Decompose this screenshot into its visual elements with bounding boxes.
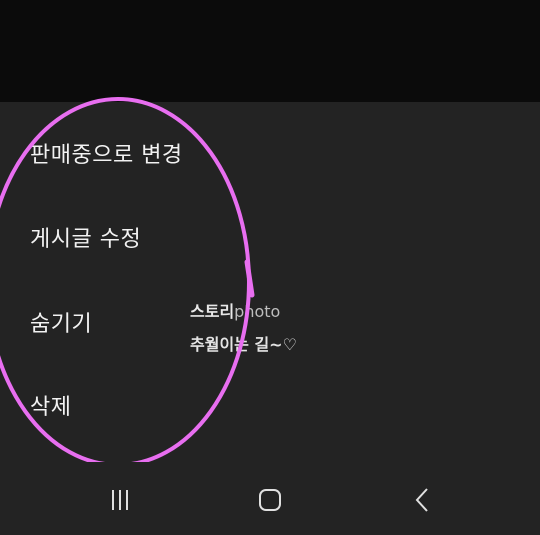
menu-item-change-to-on-sale[interactable]: 판매중으로 변경 xyxy=(30,136,183,176)
watermark-brand-bold: 스토리 xyxy=(190,302,235,321)
home-icon xyxy=(259,489,281,511)
watermark-tagline: 추월이는 길~♡ xyxy=(190,335,297,354)
back-icon xyxy=(415,488,428,512)
watermark-brand-suffix: photo xyxy=(234,302,281,321)
system-navigation-bar xyxy=(0,462,540,535)
dimmed-overlay[interactable] xyxy=(0,0,540,102)
menu-item-delete[interactable]: 삭제 xyxy=(30,388,71,428)
back-button[interactable] xyxy=(403,482,443,518)
menu-item-hide[interactable]: 숨기기 xyxy=(30,305,92,345)
home-button[interactable] xyxy=(250,482,290,518)
watermark-brand: 스토리photo xyxy=(190,298,280,322)
recent-apps-button[interactable] xyxy=(100,482,140,518)
screen: 판매중으로 변경 게시글 수정 숨기기 삭제 스토리photo 추월이는 길~♡ xyxy=(0,0,540,535)
menu-item-edit-post[interactable]: 게시글 수정 xyxy=(30,220,141,260)
recent-apps-icon xyxy=(112,490,128,510)
